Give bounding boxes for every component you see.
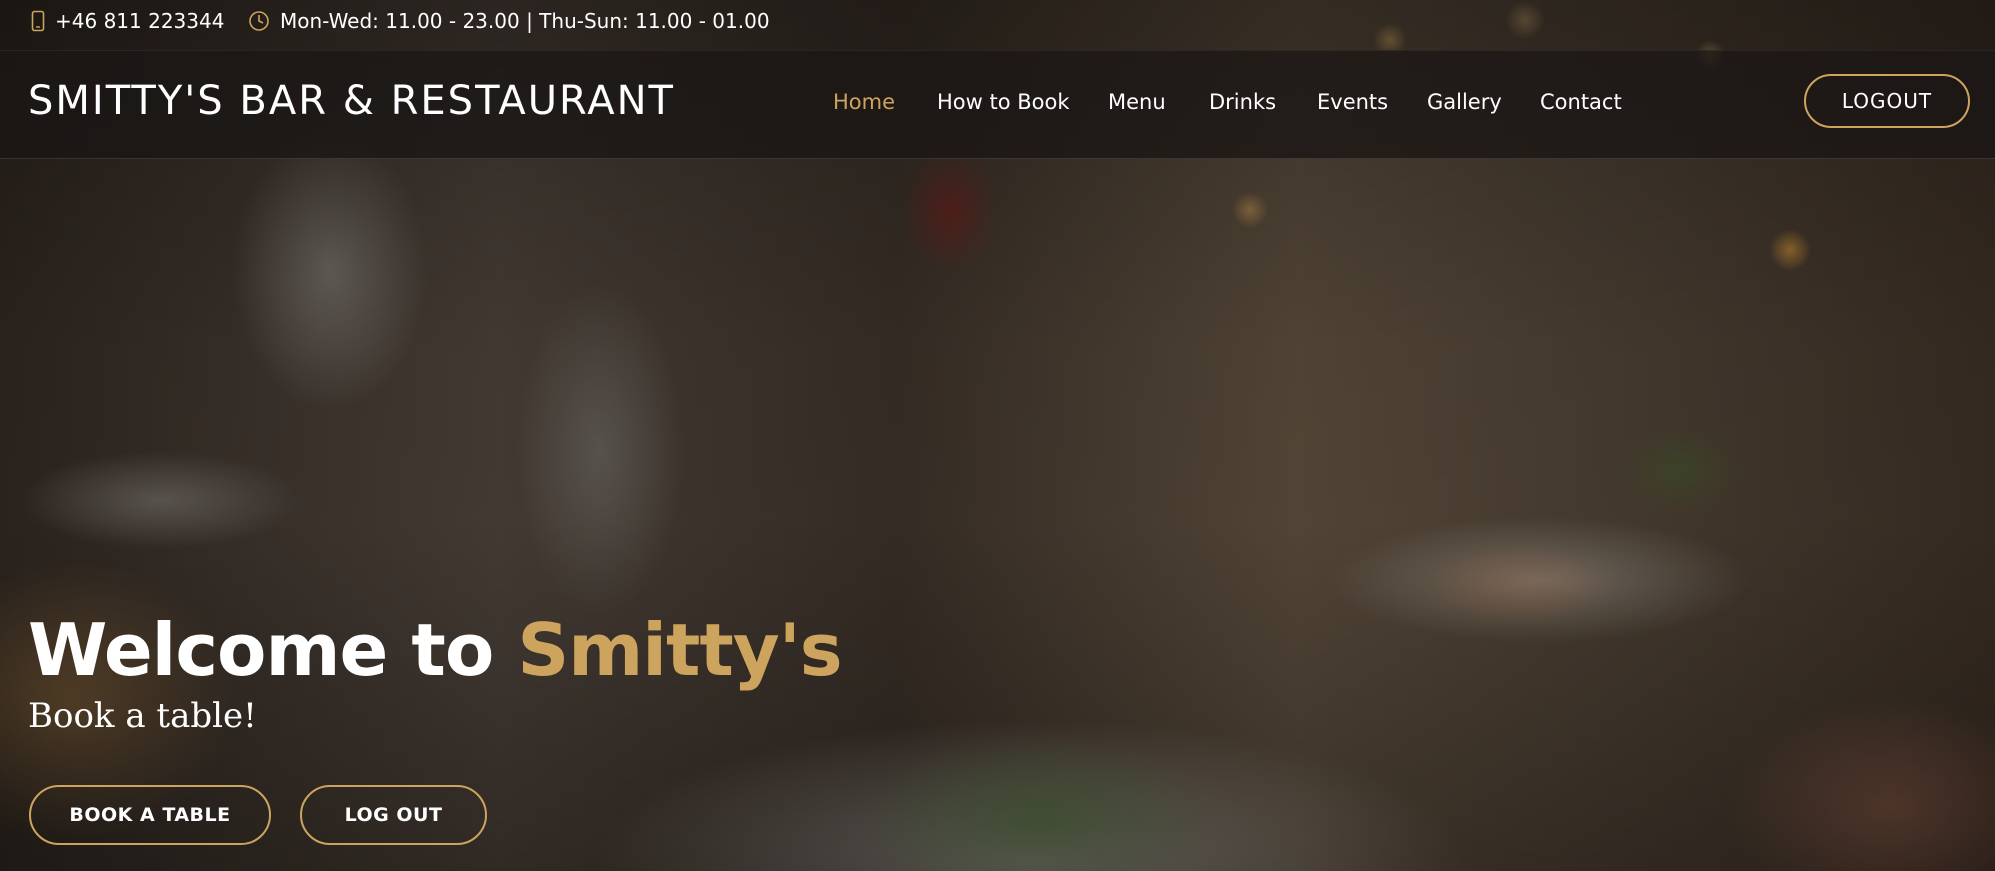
nav-gallery[interactable]: Gallery bbox=[1427, 90, 1502, 114]
phone-icon bbox=[31, 10, 45, 32]
phone-info: +46 811 223344 bbox=[31, 9, 224, 33]
nav-home[interactable]: Home bbox=[833, 90, 895, 114]
hero-title-accent: Smitty's bbox=[517, 608, 842, 692]
phone-number: +46 811 223344 bbox=[55, 9, 225, 33]
nav-menu[interactable]: Menu bbox=[1108, 90, 1166, 114]
hero-subtitle: Book a table! bbox=[28, 696, 257, 736]
nav-events[interactable]: Events bbox=[1317, 90, 1388, 114]
site-header: SMITTY'S BAR & RESTAURANT Home How to Bo… bbox=[0, 50, 1995, 159]
clock-icon bbox=[249, 11, 269, 31]
site-logo[interactable]: SMITTY'S BAR & RESTAURANT bbox=[28, 78, 675, 124]
book-table-button[interactable]: BOOK A TABLE bbox=[29, 785, 271, 845]
nav-contact[interactable]: Contact bbox=[1540, 90, 1622, 114]
nav-drinks[interactable]: Drinks bbox=[1209, 90, 1276, 114]
hero-logout-button[interactable]: LOG OUT bbox=[300, 785, 487, 845]
nav-how-to-book[interactable]: How to Book bbox=[937, 90, 1070, 114]
hero-title: Welcome to Smitty's bbox=[28, 608, 843, 692]
opening-hours-text: Mon-Wed: 11.00 - 23.00 | Thu-Sun: 11.00 … bbox=[280, 9, 770, 33]
opening-hours: Mon-Wed: 11.00 - 23.00 | Thu-Sun: 11.00 … bbox=[248, 9, 770, 33]
hero-title-prefix: Welcome to bbox=[28, 608, 494, 692]
logout-button[interactable]: LOGOUT bbox=[1804, 74, 1970, 128]
top-info-bar: +46 811 223344 Mon-Wed: 11.00 - 23.00 | … bbox=[0, 0, 1995, 50]
